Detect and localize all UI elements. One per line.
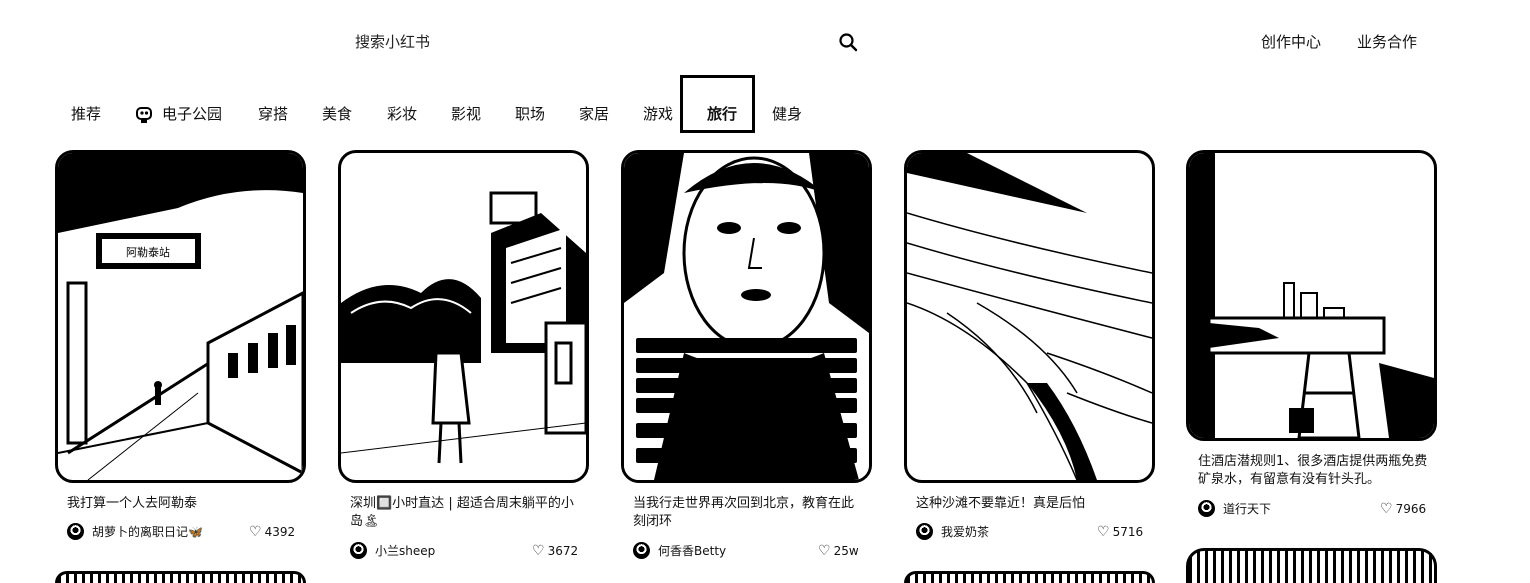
robot-icon bbox=[134, 104, 154, 124]
note-cover-image[interactable] bbox=[621, 150, 872, 483]
tab-e-park[interactable]: 电子公园 bbox=[134, 103, 222, 124]
avatar bbox=[67, 523, 84, 540]
search-input[interactable]: 搜索小红书 bbox=[355, 31, 430, 52]
tab-e-park-label: 电子公园 bbox=[162, 105, 223, 123]
note-cover-image[interactable] bbox=[1186, 150, 1437, 441]
cover-overlay-text bbox=[636, 423, 857, 438]
like-button[interactable]: ♡ 3672 bbox=[532, 544, 578, 558]
note-cover-image[interactable] bbox=[904, 150, 1155, 483]
note-cover-image[interactable] bbox=[1186, 548, 1437, 583]
heart-icon: ♡ bbox=[1097, 524, 1110, 540]
like-button[interactable]: ♡ 7966 bbox=[1380, 502, 1426, 516]
cover-overlay-text bbox=[636, 448, 857, 463]
tab-fitness[interactable]: 健身 bbox=[772, 103, 802, 124]
heart-icon: ♡ bbox=[532, 543, 545, 559]
tab-home[interactable]: 家居 bbox=[579, 103, 609, 124]
author[interactable]: 何香香Betty bbox=[633, 542, 726, 559]
cover-overlay-text bbox=[636, 398, 857, 413]
cover-overlay-text bbox=[636, 338, 857, 353]
author-name: 我爱奶茶 bbox=[941, 525, 990, 539]
heart-icon: ♡ bbox=[249, 524, 262, 540]
like-count: 5716 bbox=[1112, 525, 1144, 539]
note-cover-image[interactable]: 阿勒泰站 bbox=[55, 150, 306, 483]
author-name: 胡萝卜的离职日记🦋 bbox=[92, 525, 203, 539]
author[interactable]: 胡萝卜的离职日记🦋 bbox=[67, 523, 203, 540]
cover-overlay-text bbox=[636, 358, 857, 373]
tab-fashion[interactable]: 穿搭 bbox=[258, 103, 288, 124]
business-link[interactable]: 业务合作 bbox=[1357, 31, 1417, 52]
like-button[interactable]: ♡ 4392 bbox=[249, 525, 295, 539]
tab-food[interactable]: 美食 bbox=[322, 103, 352, 124]
search-icon[interactable] bbox=[838, 32, 858, 52]
station-sign-text: 阿勒泰站 bbox=[126, 245, 170, 259]
active-tab-highlight bbox=[680, 75, 755, 133]
tab-makeup[interactable]: 彩妆 bbox=[387, 103, 417, 124]
author[interactable]: 小兰sheep bbox=[350, 542, 435, 559]
note-cover-image[interactable] bbox=[338, 150, 589, 483]
like-count: 3672 bbox=[547, 544, 579, 558]
author[interactable]: 我爱奶茶 bbox=[916, 523, 989, 540]
note-title[interactable]: 这种沙滩不要靠近！真是后怕 bbox=[916, 495, 1146, 513]
cover-overlay-text bbox=[636, 378, 857, 393]
note-title[interactable]: 深圳🔲小时直达 | 超适合周末躺平的小岛🏝 bbox=[350, 495, 580, 531]
note-title[interactable]: 我打算一个人去阿勒泰 bbox=[67, 495, 297, 513]
avatar bbox=[350, 542, 367, 559]
author-name: 何香香Betty bbox=[658, 544, 727, 558]
like-button[interactable]: ♡ 5716 bbox=[1097, 525, 1143, 539]
note-title[interactable]: 当我行走世界再次回到北京，教育在此刻闭环 bbox=[633, 495, 863, 531]
like-count: 7966 bbox=[1395, 502, 1427, 516]
heart-icon: ♡ bbox=[1380, 501, 1393, 517]
like-count: 4392 bbox=[264, 525, 296, 539]
avatar bbox=[1198, 500, 1215, 517]
avatar bbox=[633, 542, 650, 559]
like-button[interactable]: ♡ 25w bbox=[818, 544, 859, 558]
tab-film[interactable]: 影视 bbox=[451, 103, 481, 124]
note-cover-image[interactable] bbox=[55, 571, 306, 583]
heart-icon: ♡ bbox=[818, 543, 831, 559]
note-cover-image[interactable] bbox=[904, 571, 1155, 583]
tab-games[interactable]: 游戏 bbox=[643, 103, 673, 124]
creator-center-link[interactable]: 创作中心 bbox=[1261, 31, 1321, 52]
author[interactable]: 道行天下 bbox=[1198, 500, 1271, 517]
category-bar: 推荐 电子公园 穿搭 美食 彩妆 影视 职场 家居 游戏 旅行 健身 bbox=[0, 92, 1530, 132]
like-count: 25w bbox=[833, 544, 859, 558]
tab-recommend[interactable]: 推荐 bbox=[71, 103, 101, 124]
note-title[interactable]: 住酒店潜规则1、很多酒店提供两瓶免费矿泉水，有留意有没有针头孔。 bbox=[1198, 453, 1428, 489]
author-name: 小兰sheep bbox=[375, 544, 436, 558]
author-name: 道行天下 bbox=[1223, 502, 1272, 516]
avatar bbox=[916, 523, 933, 540]
tab-career[interactable]: 职场 bbox=[515, 103, 545, 124]
